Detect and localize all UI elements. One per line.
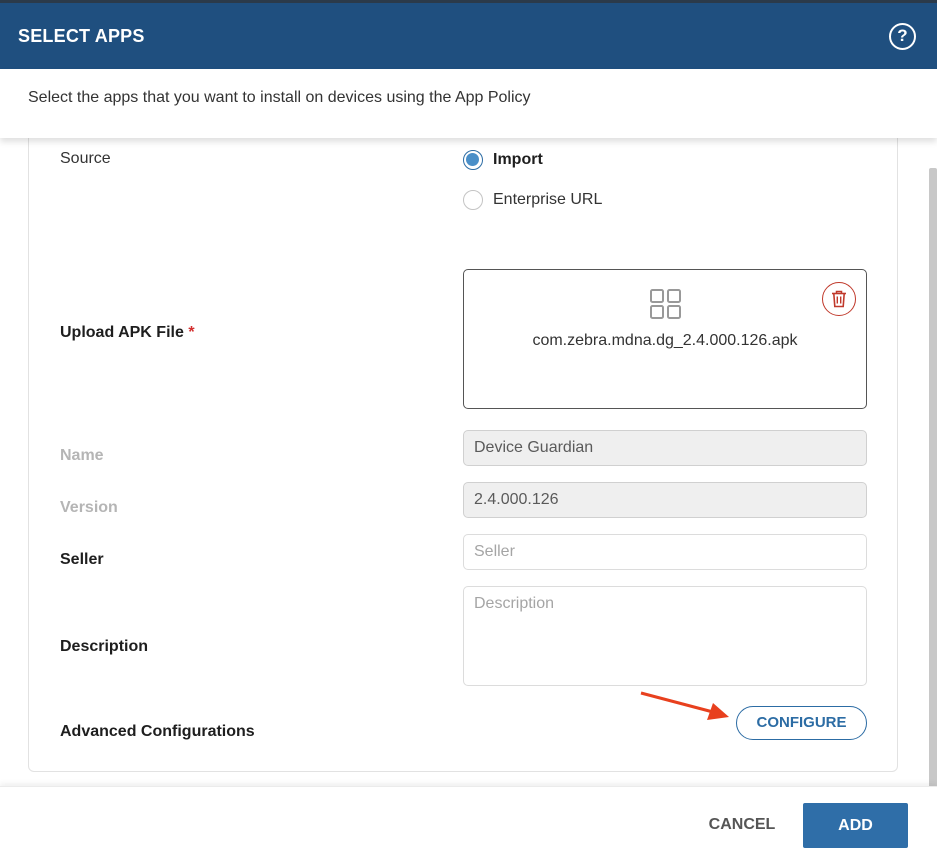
- advanced-configurations-label: Advanced Configurations: [60, 723, 255, 740]
- upload-apk-label-text: Upload APK File: [60, 324, 184, 341]
- version-field: 2.4.000.126: [463, 482, 867, 518]
- enterprise-url-radio[interactable]: [463, 190, 483, 210]
- delete-file-button[interactable]: [822, 282, 856, 316]
- upload-apk-label: Upload APK File *: [60, 324, 195, 342]
- seller-input[interactable]: Seller: [463, 534, 867, 570]
- dialog-subheader: Select the apps that you want to install…: [0, 69, 937, 138]
- description-label: Description: [60, 638, 149, 655]
- vertical-scrollbar[interactable]: [929, 168, 937, 786]
- source-option-enterprise-url[interactable]: Enterprise URL: [463, 190, 602, 210]
- cancel-button[interactable]: CANCEL: [700, 803, 784, 847]
- help-icon[interactable]: ?: [889, 23, 916, 50]
- trash-icon: [832, 290, 846, 308]
- dialog-footer: CANCEL ADD: [0, 786, 937, 857]
- description-textarea[interactable]: Description: [463, 586, 867, 686]
- configure-button[interactable]: CONFIGURE: [736, 706, 867, 740]
- form-scroll-area[interactable]: Source Import Enterprise URL Upload APK …: [0, 138, 937, 786]
- annotation-arrow-icon: [640, 691, 729, 720]
- enterprise-url-label: Enterprise URL: [493, 191, 603, 208]
- app-form-card: Source Import Enterprise URL Upload APK …: [28, 138, 898, 772]
- dialog-title: SELECT APPS: [18, 26, 145, 46]
- dialog-description: Select the apps that you want to install…: [28, 89, 531, 106]
- add-button[interactable]: ADD: [803, 803, 908, 848]
- source-label: Source: [60, 150, 111, 167]
- apk-upload-box[interactable]: com.zebra.mdna.dg_2.4.000.126.apk: [463, 269, 867, 409]
- name-field: Device Guardian: [463, 430, 867, 466]
- seller-label: Seller: [60, 551, 104, 568]
- apps-grid-icon: [650, 289, 681, 319]
- dialog-header: SELECT APPS ?: [0, 0, 937, 69]
- import-radio[interactable]: [463, 150, 483, 170]
- name-label: Name: [60, 447, 104, 464]
- required-mark: *: [188, 324, 195, 341]
- apk-file-name: com.zebra.mdna.dg_2.4.000.126.apk: [532, 332, 798, 349]
- import-label: Import: [493, 151, 543, 168]
- source-option-import[interactable]: Import: [463, 150, 543, 170]
- version-label: Version: [60, 499, 118, 516]
